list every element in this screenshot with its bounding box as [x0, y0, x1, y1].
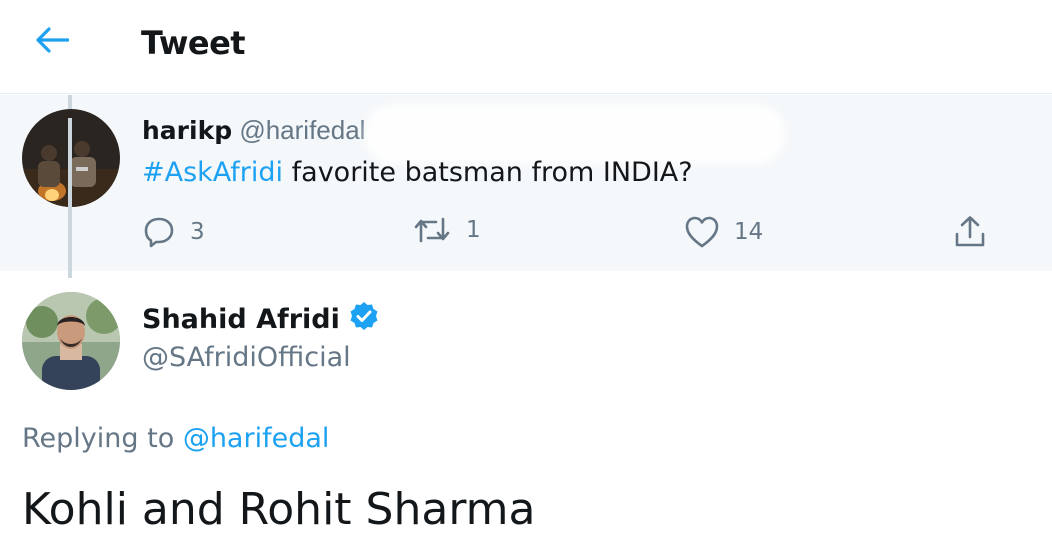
arrow-left-icon	[35, 26, 70, 58]
tweet-page: Tweet harikp @harifedal #AskAfridi favor…	[0, 0, 1052, 549]
share-icon	[952, 215, 988, 249]
replying-to: Replying to @harifedal	[22, 423, 329, 454]
redaction-blur	[365, 105, 785, 163]
like-count: 14	[734, 219, 764, 245]
avatar[interactable]	[22, 292, 120, 390]
author-handle[interactable]: @harifedal	[239, 115, 365, 145]
author-name[interactable]: Shahid Afridi	[142, 304, 340, 335]
reply-button[interactable]: 3	[142, 215, 205, 249]
heart-icon	[684, 215, 720, 249]
thread-line	[68, 118, 72, 278]
author-name[interactable]: harikp	[142, 116, 232, 145]
main-tweet-text: Kohli and Rohit Sharma	[22, 484, 536, 535]
replying-prefix: Replying to	[22, 423, 183, 454]
parent-tweet[interactable]: harikp @harifedal #AskAfridi favorite ba…	[0, 95, 1052, 271]
page-title: Tweet	[141, 24, 246, 62]
tweet-body: favorite batsman from INDIA?	[283, 157, 693, 188]
top-bar: Tweet	[0, 0, 1052, 94]
retweet-button[interactable]: 1	[412, 215, 481, 245]
like-button[interactable]: 14	[684, 215, 763, 249]
author-handle[interactable]: @SAfridiOfficial	[142, 342, 351, 373]
back-button[interactable]	[28, 24, 76, 60]
reply-icon	[142, 215, 176, 249]
retweet-count: 1	[466, 217, 481, 243]
reply-count: 3	[190, 219, 205, 245]
verified-badge-icon	[348, 300, 380, 339]
main-author[interactable]: Shahid Afridi	[142, 300, 380, 339]
share-button[interactable]	[952, 215, 988, 249]
hashtag-link[interactable]: #AskAfridi	[142, 157, 283, 188]
parent-author[interactable]: harikp @harifedal	[142, 115, 365, 146]
retweet-icon	[412, 215, 452, 245]
mention-link[interactable]: @harifedal	[183, 423, 330, 454]
tweet-actions: 3 1 14	[0, 215, 1052, 255]
parent-tweet-text: #AskAfridi favorite batsman from INDIA?	[142, 157, 693, 188]
